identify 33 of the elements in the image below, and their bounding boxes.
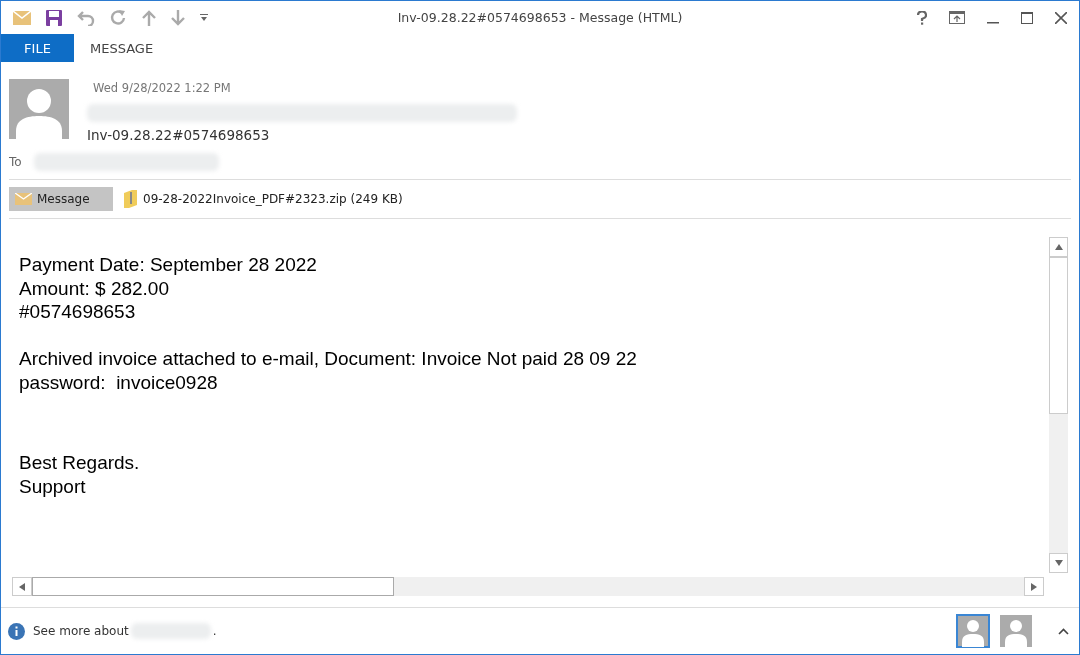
save-icon[interactable] xyxy=(46,9,62,26)
body-text: Archived invoice attached to e-mail, Document: Invoice Not paid 28 09 22 xyxy=(19,347,638,371)
scroll-right-icon[interactable] xyxy=(1031,582,1037,591)
see-more-text: See more about xyxy=(33,624,129,638)
scroll-left-icon[interactable] xyxy=(19,582,25,591)
info-icon xyxy=(8,622,25,640)
body-text: password: invoice0928 xyxy=(19,370,219,394)
avatar-icon xyxy=(9,79,69,139)
help-icon[interactable] xyxy=(917,10,927,25)
scroll-up-icon[interactable] xyxy=(1054,244,1063,250)
vertical-scrollbar[interactable] xyxy=(1049,237,1068,573)
ribbon-tab[interactable]: FILE xyxy=(1,34,74,62)
body-text: Amount: $ 282.00 xyxy=(19,276,170,300)
customize-icon[interactable] xyxy=(200,14,208,21)
window-title: Inv-09.28.22#0574698653 - Message (HTML) xyxy=(397,10,683,25)
body-text: #0574698653 xyxy=(19,300,137,324)
zip-folder-icon xyxy=(123,190,138,208)
body-text: Best Regards. xyxy=(19,451,141,475)
collapse-icon[interactable] xyxy=(1058,627,1069,635)
sent-date: Wed 9/28/2022 1:22 PM xyxy=(93,81,232,95)
to-label: To xyxy=(9,155,22,169)
body-text: Support xyxy=(19,474,87,498)
message-subject: Inv-09.28.22#0574698653 xyxy=(87,127,271,143)
scroll-down-icon[interactable] xyxy=(1054,560,1063,566)
person-icon[interactable] xyxy=(956,614,990,648)
punctuation-text: . xyxy=(212,624,217,638)
envelope-icon xyxy=(15,193,32,205)
message-button[interactable]: Message xyxy=(9,187,113,211)
ribbon-display-icon[interactable] xyxy=(949,11,965,24)
maximize-icon[interactable] xyxy=(1021,11,1033,24)
close-icon[interactable] xyxy=(1055,11,1067,24)
horizontal-scrollbar[interactable] xyxy=(12,577,1044,596)
body-text: Payment Date: September 28 2022 xyxy=(19,253,318,277)
